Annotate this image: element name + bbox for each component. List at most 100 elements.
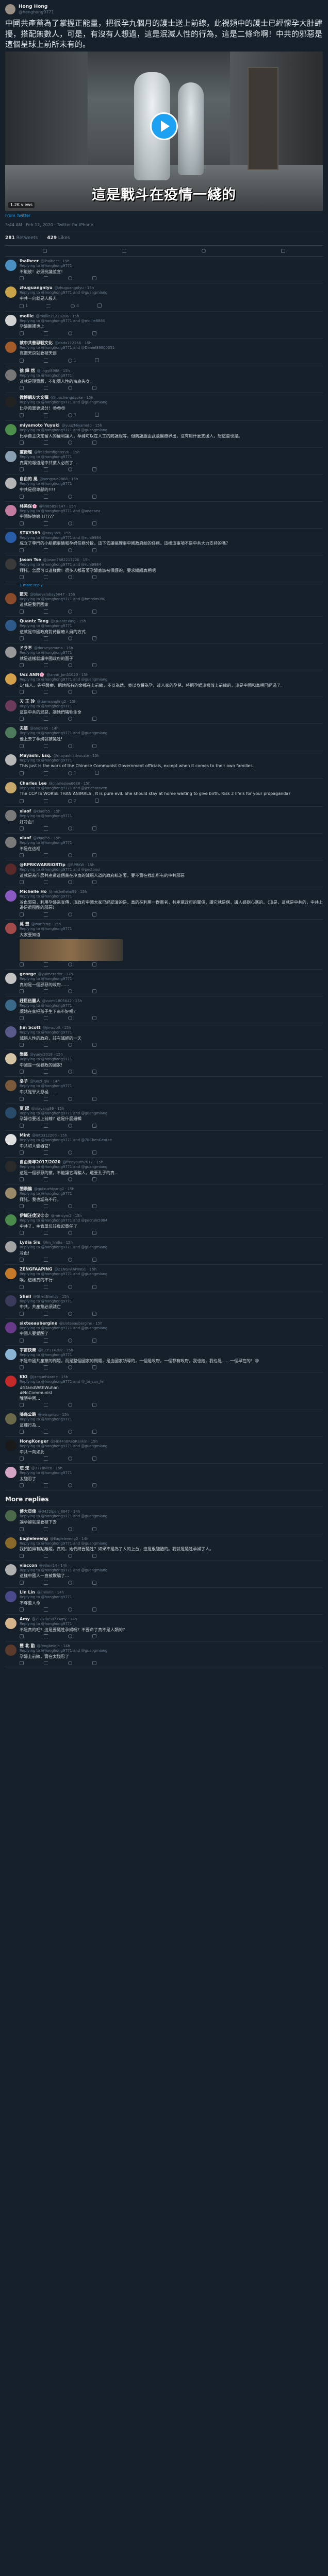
like-icon[interactable] [68, 826, 72, 831]
reply-author-meta[interactable]: @zuimi1805642 · 15h [42, 999, 82, 1004]
reply-icon[interactable] [20, 1311, 24, 1316]
like-icon[interactable] [68, 574, 72, 579]
retweet-icon[interactable] [44, 826, 48, 831]
like-action[interactable] [68, 548, 74, 552]
like-action[interactable] [68, 440, 74, 445]
reply-author-name[interactable]: 就中共善惡戰文化 [20, 341, 53, 346]
author-name[interactable]: Hong Hong [19, 4, 54, 10]
reply-author-meta[interactable]: @mollie21220206 · 15h [36, 314, 79, 319]
retweet-action[interactable] [44, 1177, 50, 1182]
replying-to[interactable]: Replying to @honghong9771 and @guangmian… [20, 731, 323, 736]
reply-author-meta[interactable]: @freedomfighter26 · 15h [34, 450, 80, 455]
retweet-action[interactable] [44, 1096, 50, 1101]
reply-author-meta[interactable]: @mayashiadvocate · 15h [54, 754, 100, 758]
reply-avatar[interactable] [5, 558, 17, 570]
reply-icon[interactable] [20, 636, 24, 640]
reply-author-meta[interactable]: @zhuguangnlyu · 15h [55, 286, 94, 291]
reply-action[interactable] [20, 1365, 25, 1370]
reply-avatar[interactable] [5, 1467, 17, 1479]
reply-action[interactable] [20, 1096, 25, 1101]
reply-avatar[interactable] [5, 478, 17, 489]
retweet-icon[interactable] [44, 1607, 48, 1612]
retweet-icon[interactable] [44, 1553, 48, 1558]
retweet-icon[interactable] [44, 1365, 48, 1370]
like-action[interactable]: 2 [68, 799, 76, 804]
like-icon[interactable] [68, 1150, 72, 1155]
retweet-icon[interactable] [44, 1016, 48, 1021]
retweet-action[interactable] [44, 331, 50, 335]
reply-action[interactable] [20, 826, 25, 831]
like-action[interactable] [68, 1284, 74, 1289]
reply-item[interactable]: 夫嬉 @anqi895 · 14h Replying to @honghong977… [5, 724, 323, 751]
like-action[interactable] [68, 276, 74, 281]
reply-item[interactable]: ドラ不 @doraeyomuna · 15h Replying to @hongho… [5, 643, 323, 671]
retweet-action[interactable] [44, 548, 50, 552]
retweet-icon[interactable] [44, 1123, 48, 1128]
reply-icon[interactable] [20, 1456, 24, 1461]
retweet-icon[interactable] [44, 1043, 48, 1047]
reply-author-meta[interactable]: @xiaof55 · 15h [33, 809, 60, 814]
like-icon[interactable] [68, 358, 72, 363]
reply-author-name[interactable]: 夫嬉 [20, 726, 28, 731]
reply-item[interactable]: 豐 北 勤 @fengbeiqin · 14h Replying to @hongh… [5, 1641, 323, 1669]
reply-author-meta[interactable]: @lhalbeer · 15h [41, 259, 70, 264]
like-icon[interactable] [68, 1527, 72, 1531]
like-icon[interactable] [68, 636, 72, 640]
reply-author-name[interactable]: 夏 陽 [20, 1106, 29, 1111]
retweet-icon[interactable] [44, 1311, 48, 1316]
reply-item[interactable]: KKI @jacqunhkarde · 15h Replying to @hongh… [5, 1372, 323, 1410]
retweet-action[interactable] [44, 276, 50, 281]
like-action[interactable] [68, 880, 74, 885]
retweet-action[interactable] [44, 385, 50, 390]
replying-to[interactable]: Replying to @honghong9771 and @guangmian… [20, 1272, 323, 1277]
replying-to[interactable]: Replying to @honghong9771 [20, 455, 323, 460]
reply-avatar[interactable] [5, 836, 17, 848]
reply-icon[interactable] [20, 1096, 24, 1101]
share-icon[interactable] [92, 1634, 96, 1639]
retweet-icon[interactable] [44, 494, 48, 499]
replying-to[interactable]: Replying to @honghong9771 and @guangmian… [20, 1541, 323, 1546]
reply-avatar[interactable] [5, 782, 17, 793]
reply-author-meta[interactable]: @fengbeiqin · 14h [37, 1644, 70, 1649]
reply-icon[interactable] [20, 494, 24, 499]
like-action[interactable] [68, 1258, 74, 1262]
reply-action[interactable] [20, 276, 25, 281]
like-action[interactable] [68, 1150, 74, 1155]
replying-to[interactable]: Replying to @honghong9771 and @hmrzlm090 [20, 597, 323, 602]
retweet-action[interactable] [44, 690, 50, 694]
reply-action[interactable] [20, 1123, 25, 1128]
replying-to[interactable]: Replying to @honghong9771 and @guangmian… [20, 1111, 323, 1116]
reply-author-name[interactable]: 徐 輝 然 [20, 368, 35, 374]
reply-author-name[interactable]: 樂藝 [20, 1052, 28, 1057]
reply-author-meta[interactable]: @0422ipen_8647 · 14h [38, 1510, 80, 1514]
retweet-action[interactable] [44, 880, 50, 885]
reply-action[interactable] [20, 413, 25, 418]
share-icon[interactable] [92, 1070, 96, 1074]
retweet-action[interactable] [44, 853, 50, 858]
reply-action[interactable] [20, 989, 25, 994]
share-icon[interactable] [97, 303, 102, 308]
retweet-icon[interactable] [44, 1634, 48, 1639]
retweet-action[interactable] [44, 826, 50, 831]
reply-icon[interactable] [20, 1607, 24, 1612]
reply-author-meta[interactable]: @doraeyomuna · 15h [34, 646, 73, 651]
retweet-icon[interactable] [44, 989, 48, 994]
like-icon[interactable] [68, 1016, 72, 1021]
like-icon[interactable] [68, 276, 72, 281]
retweet-action[interactable] [44, 1607, 50, 1612]
like-action[interactable] [68, 385, 74, 390]
reply-icon[interactable] [20, 331, 24, 335]
reply-avatar[interactable] [5, 922, 17, 934]
reply-avatar[interactable] [5, 396, 17, 408]
retweet-icon[interactable] [44, 1338, 48, 1343]
reply-item[interactable]: 伊蝴汪伐汉😡😡 @miricym2 · 15h Replying to @hongh… [5, 1211, 323, 1239]
reply-avatar[interactable] [5, 1295, 17, 1307]
retweet-action[interactable] [44, 1553, 50, 1558]
show-more-replies-link[interactable]: 1 more reply [5, 582, 323, 590]
like-action[interactable]: 3 [68, 413, 76, 418]
reply-avatar[interactable] [5, 592, 17, 604]
replying-to[interactable]: Replying to @honghong9771 [20, 1084, 323, 1089]
reply-author-name[interactable]: 自由青年2017/2020 [20, 1160, 60, 1165]
like-icon[interactable] [68, 799, 72, 803]
retweet-icon[interactable] [44, 1204, 48, 1209]
